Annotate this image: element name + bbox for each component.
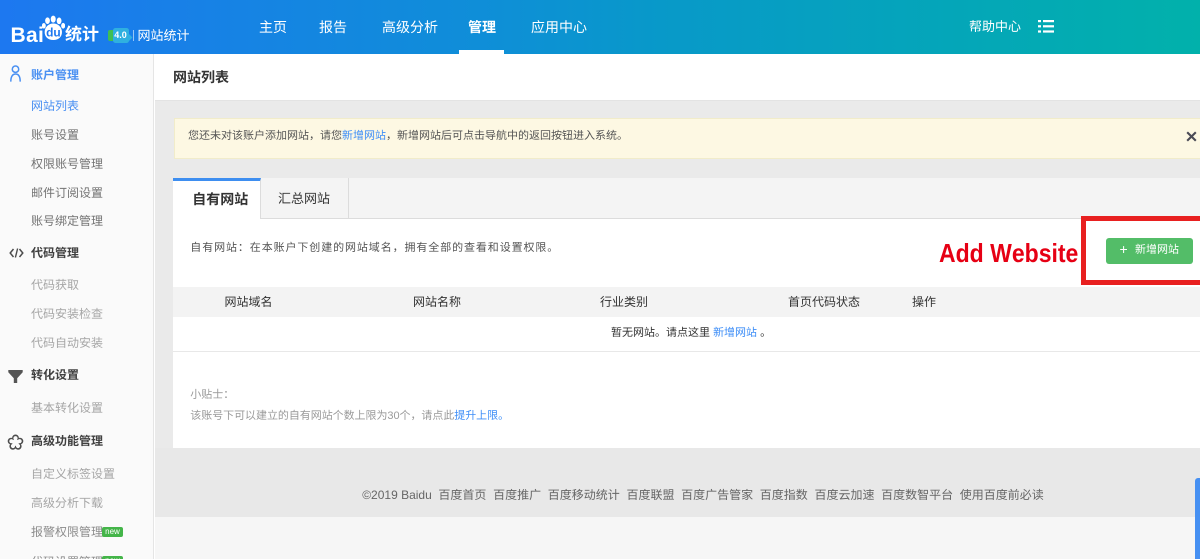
svg-text:du: du: [46, 25, 61, 39]
